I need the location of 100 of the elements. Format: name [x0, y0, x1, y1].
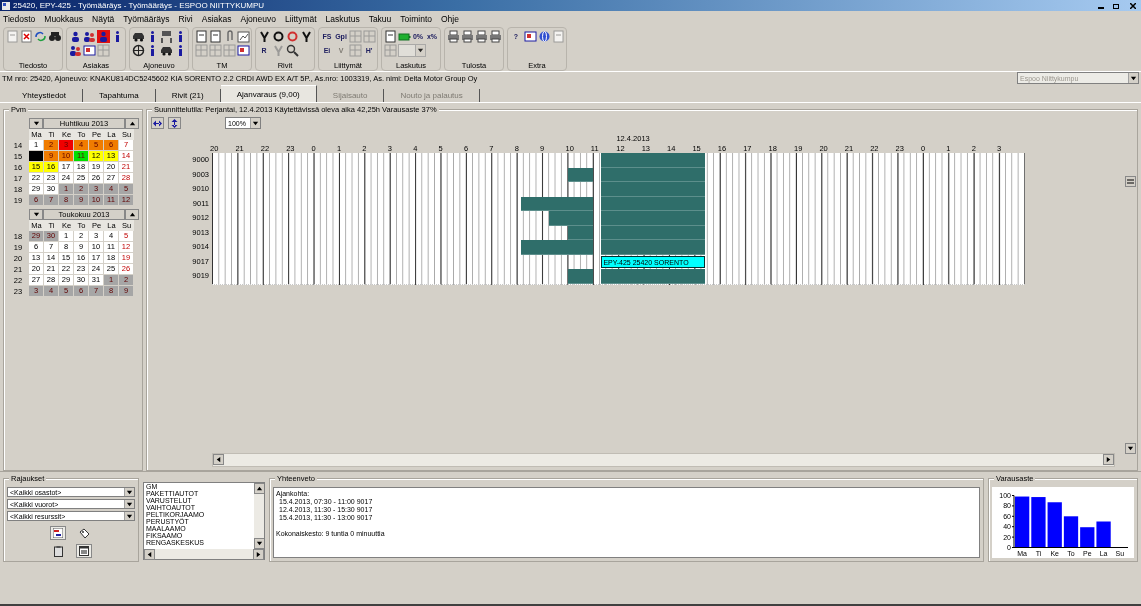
menu-item[interactable]: Ajoneuvo — [240, 14, 276, 24]
toolbar-button[interactable] — [159, 44, 173, 57]
scroll-down-button[interactable] — [254, 538, 264, 549]
document-icon — [194, 30, 208, 43]
person-icon — [96, 30, 110, 43]
magnifier-icon — [285, 44, 299, 57]
menu-item[interactable]: Takuu — [368, 14, 392, 24]
caret-icon — [32, 120, 40, 127]
menu-item[interactable]: Tiedosto — [3, 14, 36, 24]
clipboard-icon — [53, 545, 63, 557]
scroll-left-button[interactable] — [213, 454, 224, 465]
scroll-left-button[interactable] — [144, 549, 155, 560]
menu-item[interactable]: Rivi — [178, 14, 193, 24]
menu-item[interactable]: Toiminto — [400, 14, 432, 24]
horizontal-arrows-icon — [153, 119, 162, 127]
grid-icon — [96, 44, 110, 57]
toolbar-button[interactable] — [474, 30, 488, 43]
right-arrow-icon — [1105, 456, 1112, 463]
card-icon — [523, 30, 537, 43]
toolbar-button[interactable] — [82, 30, 96, 43]
toolbar-button[interactable] — [68, 44, 82, 57]
toolbar-button[interactable] — [236, 30, 250, 43]
printer-icon — [488, 30, 502, 43]
toolbar-button[interactable] — [523, 30, 537, 43]
grid-icon — [362, 30, 376, 43]
bar — [1031, 497, 1046, 548]
menu-item[interactable]: Muokkaus — [44, 14, 84, 24]
bar — [1015, 496, 1030, 548]
grid-icon — [348, 30, 362, 43]
toolbar-button[interactable] — [82, 44, 96, 57]
grid-icon — [194, 44, 208, 57]
menu-item[interactable]: Työmääräys — [123, 14, 170, 24]
toolbar-button[interactable] — [446, 30, 460, 43]
printer-icon — [474, 30, 488, 43]
scroll-up-button[interactable] — [254, 483, 264, 494]
printer-icon — [460, 30, 474, 43]
view-button[interactable] — [50, 526, 66, 540]
view-button[interactable] — [76, 544, 92, 558]
toolbar-button[interactable] — [131, 30, 145, 43]
binoculars-icon — [47, 30, 61, 43]
toolbar-button[interactable] — [47, 30, 61, 43]
ring-icon — [285, 30, 299, 43]
scroll-right-button[interactable] — [253, 549, 264, 560]
toolbar-button[interactable] — [460, 30, 474, 43]
tab[interactable]: Ajanvaraus (9,00) — [220, 85, 317, 102]
people-icon — [68, 44, 82, 57]
scroll-down-button[interactable] — [1125, 443, 1136, 454]
card-icon — [236, 44, 250, 57]
month-up-button[interactable] — [125, 209, 139, 220]
document-icon — [383, 30, 397, 43]
left-arrow-icon — [215, 456, 222, 463]
caret-icon — [128, 211, 136, 218]
horizontal-scrollbar[interactable] — [212, 453, 1115, 467]
app-icon — [2, 1, 10, 10]
caret-icon — [252, 119, 259, 127]
gantt-icon — [53, 528, 63, 538]
ring-icon — [271, 30, 285, 43]
right-arrow-icon — [255, 551, 262, 558]
menu-item[interactable]: Näytä — [92, 14, 115, 24]
battery-icon — [397, 30, 411, 43]
card-icon — [82, 44, 96, 57]
menu-item[interactable]: Asiakas — [201, 14, 232, 24]
caret-icon — [128, 120, 136, 127]
toolbar-button[interactable] — [96, 30, 110, 43]
toolbar-button[interactable] — [236, 44, 250, 57]
month-dropdown-button[interactable] — [29, 209, 43, 220]
globe-icon — [537, 30, 551, 43]
lines-icon — [1127, 179, 1134, 184]
menu-item[interactable]: Ohje — [441, 14, 459, 24]
close-icon — [1129, 2, 1136, 9]
caret-icon — [416, 47, 424, 54]
toolbar-button[interactable] — [271, 30, 285, 43]
fit-height-button[interactable] — [168, 117, 181, 129]
grid-icon — [383, 44, 397, 57]
grid-icon — [222, 44, 236, 57]
chart-icon — [236, 30, 250, 43]
booking-bar[interactable] — [548, 211, 593, 226]
down-arrow-icon — [256, 540, 263, 547]
scroll-right-button[interactable] — [1103, 454, 1114, 465]
y-axis — [1011, 495, 1015, 548]
month-dropdown-button[interactable] — [29, 118, 43, 129]
car-icon — [131, 30, 145, 43]
toolbar-button[interactable] — [285, 44, 299, 57]
grid-icon — [208, 44, 222, 57]
scroll-button[interactable] — [1125, 176, 1136, 187]
menu-item[interactable]: Liittymät — [284, 14, 317, 24]
document-icon — [551, 30, 565, 43]
month-up-button[interactable] — [125, 118, 139, 129]
toolbar-button[interactable] — [131, 44, 145, 57]
menu-item[interactable]: Laskutus — [325, 14, 360, 24]
caret-icon — [1130, 74, 1137, 82]
wheel-icon — [131, 44, 145, 57]
grid-icon — [348, 44, 362, 57]
caret-icon — [32, 211, 40, 218]
fit-width-button[interactable] — [151, 117, 164, 129]
window-icon — [79, 546, 89, 556]
toolbar-button[interactable] — [537, 30, 551, 43]
window-title: 25420, EPY-425 - Työmääräys - Työmääräys - ESPOO NIITTYKUMPU — [13, 1, 266, 10]
toolbar-button[interactable] — [488, 30, 502, 43]
down-arrow-icon — [1127, 445, 1134, 452]
